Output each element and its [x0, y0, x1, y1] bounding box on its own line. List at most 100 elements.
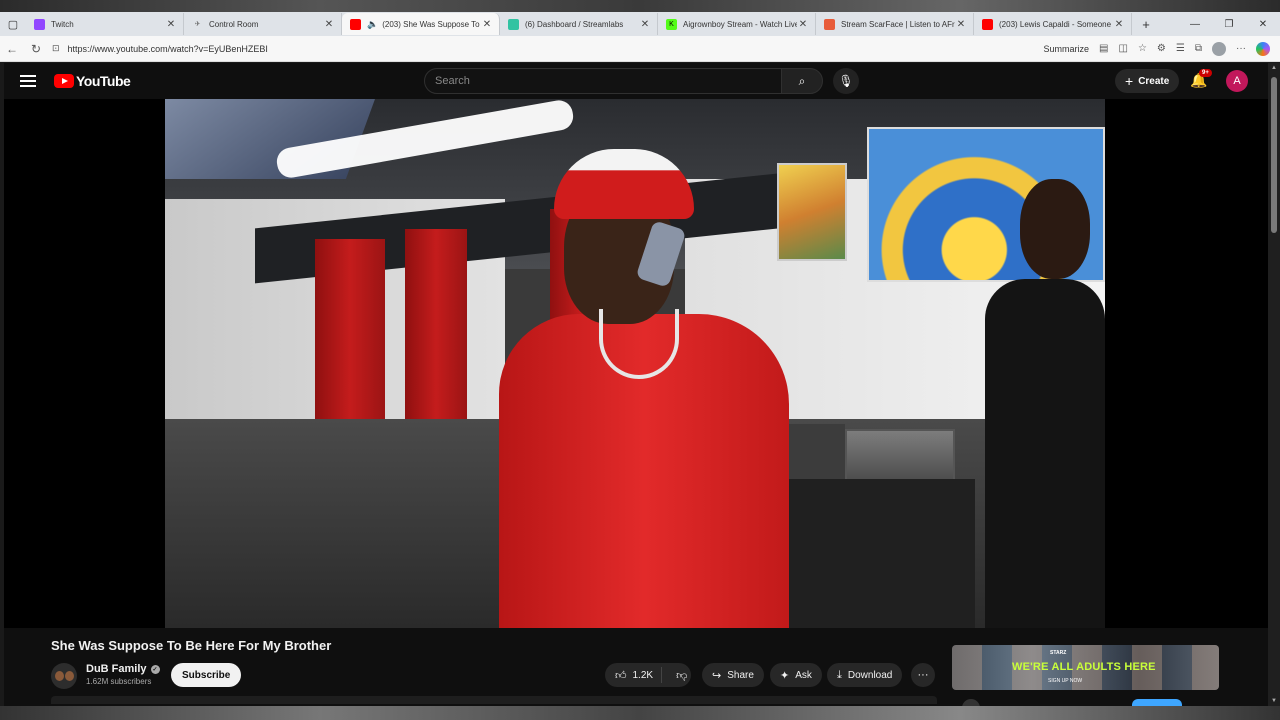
ad-brand: STARZ [1050, 650, 1067, 656]
ad-banner[interactable]: STARZ WE'RE ALL ADULTS HERE SIGN UP NOW [952, 645, 1219, 690]
split-screen-icon[interactable]: ◫ [1119, 43, 1128, 54]
account-avatar[interactable]: A [1226, 70, 1248, 92]
site-info-icon[interactable]: ⊡ [52, 43, 60, 54]
create-label: Create [1138, 75, 1170, 87]
browser-tab-streamlabs[interactable]: (6) Dashboard / Streamlabs ✕ [500, 13, 658, 35]
close-tab-icon[interactable]: ✕ [797, 19, 809, 30]
tab-title: (6) Dashboard / Streamlabs [525, 19, 624, 29]
close-tab-icon[interactable]: ✕ [481, 19, 493, 30]
share-button[interactable]: ↪ Share [702, 663, 764, 687]
search-input[interactable] [435, 75, 781, 87]
profile-avatar-icon[interactable] [1212, 41, 1226, 56]
scene-person-center [489, 149, 789, 628]
reader-icon[interactable]: ▤ [1099, 43, 1108, 54]
menu-icon[interactable] [20, 75, 36, 87]
ask-button[interactable]: ✦ Ask [770, 663, 822, 687]
extensions-icon[interactable]: ⚙ [1157, 43, 1166, 54]
close-tab-icon[interactable]: ✕ [639, 19, 651, 30]
thumbs-up-icon: 👍︎ [615, 669, 627, 682]
channel-name-text: DuB Family [86, 663, 147, 675]
dislike-button[interactable]: 👎︎ [668, 669, 695, 682]
tab-title: (203) She Was Suppose To B [382, 19, 481, 29]
search-button[interactable]: ⌕ [781, 68, 823, 94]
browser-tab-youtube-active[interactable]: 🔈 (203) She Was Suppose To B ✕ [342, 13, 500, 35]
youtube-favicon-icon [982, 18, 993, 30]
description-box-edge [51, 696, 937, 704]
sparkle-icon: ✦ [780, 669, 790, 682]
tab-title: Aigrownboy Stream - Watch Live [683, 19, 797, 29]
more-menu-icon[interactable]: ··· [1236, 43, 1246, 54]
like-button[interactable]: 👍︎ 1.2K [605, 667, 663, 683]
speaker-icon[interactable]: 🔈 [367, 19, 378, 30]
url-field[interactable]: ⊡ https://www.youtube.com/watch?v=EyUBen… [52, 43, 268, 54]
like-dislike-group: 👍︎ 1.2K 👎︎ [605, 663, 691, 687]
plus-icon: + [1125, 73, 1134, 89]
browser-tab-twitch[interactable]: Twitch ✕ [26, 13, 184, 35]
scrollbar-thumb[interactable] [1271, 77, 1277, 233]
browser-tab-control-room[interactable]: ✈ Control Room ✕ [184, 13, 342, 35]
subscriber-count: 1.62M subscribers [86, 677, 152, 686]
microphone-icon: 🎙 [838, 74, 854, 88]
channel-avatar[interactable] [51, 663, 77, 689]
copilot-icon[interactable] [1256, 41, 1270, 56]
favorite-star-icon[interactable]: ☆ [1138, 43, 1147, 54]
ad-headline: WE'RE ALL ADULTS HERE [1012, 661, 1156, 673]
browser-tab-kick[interactable]: K Aigrownboy Stream - Watch Live ✕ [658, 13, 816, 35]
ad-action-button-edge[interactable] [1132, 699, 1182, 706]
streamlabs-favicon-icon [508, 18, 519, 30]
scene-person-right [965, 179, 1105, 628]
video-frame [165, 99, 1105, 628]
close-window-icon[interactable]: ✕ [1246, 19, 1280, 30]
download-button[interactable]: ⤓ Download [827, 663, 903, 687]
summarize-button[interactable]: Summarize [1044, 44, 1090, 54]
channel-name[interactable]: DuB Family ✓ [86, 663, 160, 675]
youtube-logo-text: YouTube [76, 73, 131, 89]
subscribe-button[interactable]: Subscribe [171, 663, 242, 687]
download-icon: ⤓ [837, 668, 842, 681]
create-button[interactable]: + Create [1115, 69, 1180, 93]
browser-tab-audiomack[interactable]: Stream ScarFace | Listen to AFr ✕ [816, 13, 974, 35]
youtube-logo[interactable]: YouTube [54, 73, 131, 89]
tab-title: Control Room [209, 19, 259, 29]
more-actions-icon[interactable]: ··· [911, 663, 935, 687]
search-icon: ⌕ [798, 73, 806, 88]
share-icon: ↪ [712, 669, 722, 682]
scene-pillar [315, 239, 385, 439]
kick-favicon-icon: K [666, 18, 677, 30]
page-scrollbar[interactable]: ▲ ▼ [1268, 63, 1280, 706]
close-tab-icon[interactable]: ✕ [955, 19, 967, 30]
new-tab-icon[interactable]: + [1136, 17, 1156, 32]
scroll-down-icon[interactable]: ▼ [1268, 698, 1280, 704]
control-room-favicon-icon: ✈ [194, 21, 201, 28]
maximize-icon[interactable]: ❐ [1212, 19, 1246, 30]
voice-search-button[interactable]: 🎙 [833, 68, 859, 94]
toolbar-right: Summarize ▤ ◫ ☆ ⚙ ☰ ⧉ ··· [1044, 41, 1280, 56]
close-tab-icon[interactable]: ✕ [323, 19, 335, 30]
verified-check-icon: ✓ [150, 664, 160, 674]
screen-frame-bottom [0, 706, 1280, 720]
video-title: She Was Suppose To Be Here For My Brothe… [51, 638, 332, 653]
tab-title: Stream ScarFace | Listen to AFr [841, 19, 955, 29]
refresh-icon[interactable]: ↻ [24, 42, 48, 56]
back-icon[interactable]: ← [0, 42, 24, 56]
notification-badge: 9+ [1199, 69, 1212, 77]
video-player[interactable] [4, 99, 1268, 628]
minimize-icon[interactable]: — [1178, 19, 1212, 30]
tab-title: (203) Lewis Capaldi - Someone Y [999, 19, 1113, 29]
browser-tab-strip: ▢ Twitch ✕ ✈ Control Room ✕ 🔈 (203) She … [0, 12, 1280, 36]
like-count: 1.2K [632, 669, 654, 681]
ad-cta: SIGN UP NOW [1048, 678, 1083, 684]
twitch-favicon-icon [34, 18, 45, 30]
audiomack-favicon-icon [824, 18, 835, 30]
close-tab-icon[interactable]: ✕ [165, 19, 177, 30]
tab-actions-icon[interactable]: ▢ [0, 12, 26, 36]
scroll-up-icon[interactable]: ▲ [1268, 65, 1280, 71]
browser-tab-youtube-capaldi[interactable]: (203) Lewis Capaldi - Someone Y ✕ [974, 13, 1132, 35]
tab-title: Twitch [51, 19, 74, 29]
favorites-icon[interactable]: ☰ [1176, 43, 1185, 54]
url-text: https://www.youtube.com/watch?v=EyUBenHZ… [67, 43, 268, 54]
close-tab-icon[interactable]: ✕ [1113, 19, 1125, 30]
search-box [424, 68, 782, 94]
collections-icon[interactable]: ⧉ [1195, 43, 1202, 54]
screen-frame-top [0, 0, 1280, 12]
